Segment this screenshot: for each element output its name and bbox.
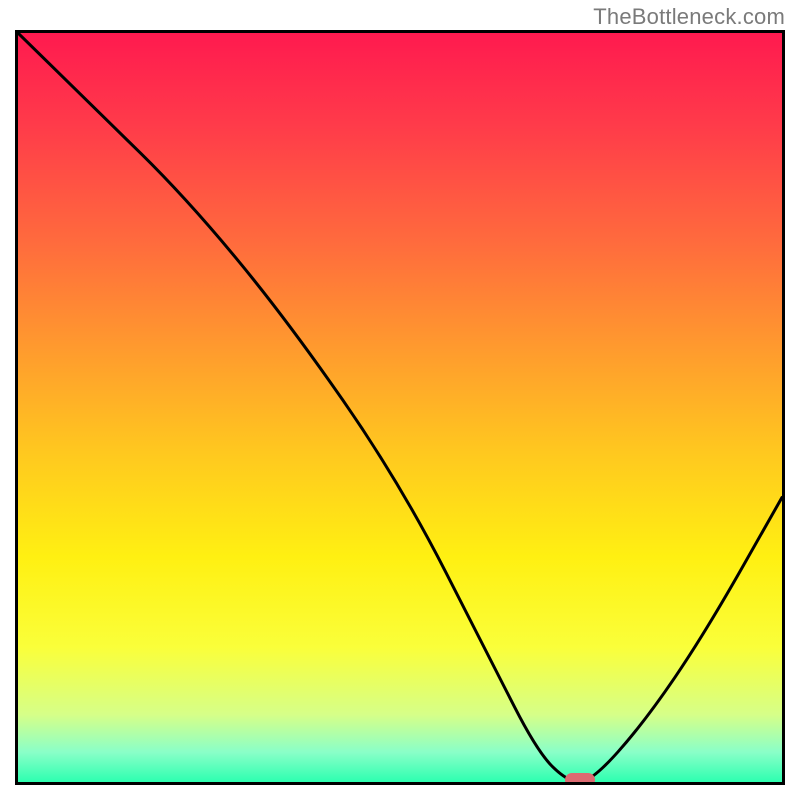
watermark-text: TheBottleneck.com	[593, 4, 785, 30]
chart-line-path	[18, 33, 782, 782]
line-chart-svg	[18, 33, 782, 782]
optimum-marker	[565, 773, 595, 785]
chart-frame	[15, 30, 785, 785]
